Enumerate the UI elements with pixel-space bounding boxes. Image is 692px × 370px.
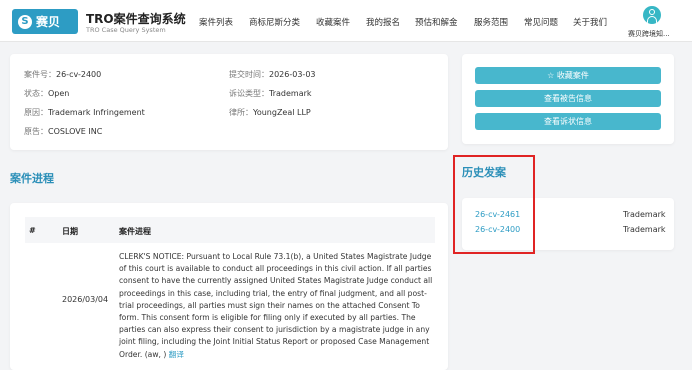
nav-about[interactable]: 关于我们 bbox=[573, 16, 607, 28]
cause-field: 原因：Trademark Infringement bbox=[24, 108, 145, 117]
view-complaint-button[interactable]: 查看诉状信息 bbox=[475, 113, 661, 130]
nav-nice-classes[interactable]: 商标尼斯分类 bbox=[249, 16, 300, 28]
col-progress-header: 案件进程 bbox=[119, 227, 151, 236]
nav-faq[interactable]: 常见问题 bbox=[524, 16, 558, 28]
case-info-card: 案件号：26-cv-2400 提交时间：2026-03-03 状态：Open 诉… bbox=[10, 54, 448, 150]
progress-section-title: 案件进程 bbox=[10, 172, 54, 185]
highlight-box bbox=[453, 155, 535, 254]
plaintiff-field: 原告：COSLOVE INC bbox=[24, 127, 103, 136]
col-date-header: 日期 bbox=[62, 227, 78, 236]
nav-favorites[interactable]: 收藏案件 bbox=[316, 16, 350, 28]
row-date: 2026/03/04 bbox=[62, 295, 109, 304]
favorite-case-button[interactable]: ☆ 收藏案件 bbox=[475, 67, 661, 84]
history-case-type: Trademark bbox=[623, 225, 666, 234]
top-header: S 赛贝 TRO案件查询系统 TRO Case Query System 案件列… bbox=[0, 0, 692, 42]
nav-services[interactable]: 服务范围 bbox=[474, 16, 508, 28]
nav-case-list[interactable]: 案件列表 bbox=[199, 16, 233, 28]
logo-text: 赛贝 bbox=[36, 15, 61, 29]
translate-link[interactable]: 翻译 bbox=[169, 350, 184, 359]
progress-table-header: # 日期 案件进程 bbox=[25, 217, 435, 243]
law-firm-field: 律所：YoungZeal LLP bbox=[229, 108, 311, 117]
progress-card: # 日期 案件进程 2026/03/04 CLERK'S NOTICE: Pur… bbox=[10, 203, 448, 370]
history-case-type: Trademark bbox=[623, 210, 666, 219]
view-defendant-button[interactable]: 查看被告信息 bbox=[475, 90, 661, 107]
site-subtitle: TRO Case Query System bbox=[86, 26, 166, 34]
col-num-header: # bbox=[29, 226, 36, 235]
filed-date-field: 提交时间：2026-03-03 bbox=[229, 70, 316, 79]
status-field: 状态：Open bbox=[24, 89, 70, 98]
logo[interactable]: S 赛贝 bbox=[12, 9, 78, 34]
site-title: TRO案件查询系统 bbox=[86, 12, 186, 26]
nav-my-signups[interactable]: 我的报名 bbox=[366, 16, 400, 28]
case-no-field: 案件号：26-cv-2400 bbox=[24, 70, 102, 79]
action-card: ☆ 收藏案件 查看被告信息 查看诉状信息 bbox=[462, 54, 674, 144]
nav-settlement-estimate[interactable]: 预估和解金 bbox=[415, 16, 458, 28]
row-progress-text: CLERK'S NOTICE: Pursuant to Local Rule 7… bbox=[119, 252, 433, 359]
user-name[interactable]: 赛贝跨境知... bbox=[628, 29, 670, 39]
user-avatar-icon[interactable] bbox=[643, 6, 661, 24]
logo-mark-icon: S bbox=[18, 14, 32, 29]
case-type-field: 诉讼类型：Trademark bbox=[229, 89, 312, 98]
